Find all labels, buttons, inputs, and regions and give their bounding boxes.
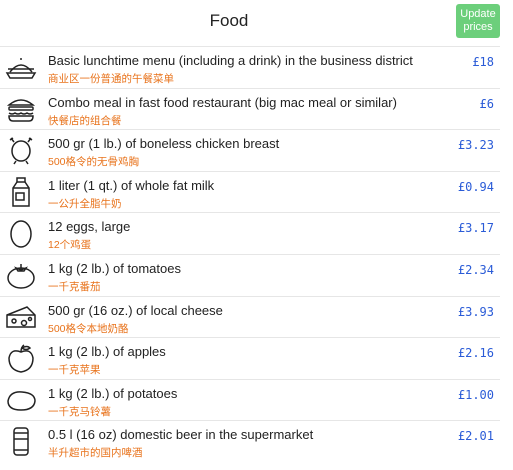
cheese-icon: [4, 301, 38, 333]
page-title: Food: [209, 11, 249, 30]
item-price: £6: [479, 96, 494, 111]
item-name-zh: 一千克苹果: [48, 364, 101, 377]
item-price: £2.34: [457, 262, 494, 277]
potato-icon: [4, 384, 38, 416]
item-name-zh: 12个鸡蛋: [48, 239, 92, 252]
food-price-list: Basic lunchtime menu (including a drink)…: [0, 46, 500, 462]
item-name: 0.5 l (16 oz) domestic beer in the super…: [48, 427, 314, 443]
item-price: £1.00: [457, 387, 494, 402]
item-name-zh: 500格令本地奶酪: [48, 322, 129, 335]
item-price: £2.01: [457, 429, 494, 444]
item-name: 1 kg (2 lb.) of tomatoes: [48, 260, 181, 276]
item-price: £2.16: [457, 346, 494, 361]
item-name-zh: 半升超市的国内啤酒: [48, 447, 143, 460]
update-prices-button[interactable]: Update prices: [456, 4, 500, 38]
burger-icon: [4, 93, 38, 125]
item-name: 1 kg (2 lb.) of apples: [48, 344, 166, 360]
item-name: Combo meal in fast food restaurant (big …: [48, 94, 397, 110]
item-name: 500 gr (1 lb.) of boneless chicken breas…: [48, 136, 280, 152]
item-price: £3.93: [457, 304, 494, 319]
item-name: 500 gr (16 oz.) of local cheese: [48, 302, 223, 318]
list-item: 1 kg (2 lb.) of tomatoes 一千克番茄 £2.34: [0, 253, 500, 296]
item-name: Basic lunchtime menu (including a drink)…: [48, 53, 413, 68]
list-item: 500 gr (16 oz.) of local cheese 500格令本地奶…: [0, 295, 500, 338]
beer-can-icon: [4, 425, 38, 457]
item-name-zh: 500格令的无骨鸡胸: [48, 156, 140, 169]
item-name-zh: 一千克马铃薯: [48, 405, 111, 418]
tomato-icon: [4, 259, 38, 291]
header: Food Update prices: [0, 0, 513, 46]
list-item: 500 gr (1 lb.) of boneless chicken breas…: [0, 129, 500, 171]
item-price: £3.23: [457, 138, 494, 153]
list-item: 0.5 l (16 oz) domestic beer in the super…: [0, 420, 500, 462]
list-item: Basic lunchtime menu (including a drink)…: [0, 46, 500, 88]
list-item: 1 kg (2 lb.) of apples 一千克苹果 £2.16: [0, 337, 500, 379]
lunch-tray-icon: [4, 51, 38, 83]
list-item: Combo meal in fast food restaurant (big …: [0, 87, 500, 130]
egg-icon: [4, 217, 38, 249]
list-item: 1 kg (2 lb.) of potatoes 一千克马铃薯 £1.00: [0, 378, 500, 421]
list-item: 1 liter (1 qt.) of whole fat milk 一公升全脂牛…: [0, 170, 500, 213]
list-item: 12 eggs, large 12个鸡蛋 £3.17: [0, 212, 500, 254]
milk-carton-icon: [4, 176, 38, 208]
item-name-zh: 一公升全脂牛奶: [48, 197, 122, 210]
item-name: 1 liter (1 qt.) of whole fat milk: [48, 177, 215, 193]
item-name: 1 kg (2 lb.) of potatoes: [48, 385, 178, 401]
item-price: £3.17: [457, 221, 494, 236]
apple-icon: [4, 342, 38, 374]
item-name: 12 eggs, large: [48, 219, 131, 235]
item-price: £18: [472, 55, 494, 69]
item-name-zh: 快餐店的组合餐: [48, 114, 122, 127]
item-name-zh: 商业区一份普通的午餐菜单: [48, 73, 174, 85]
item-name-zh: 一千克番茄: [48, 280, 101, 293]
chicken-icon: [4, 134, 38, 166]
item-price: £0.94: [457, 179, 494, 194]
